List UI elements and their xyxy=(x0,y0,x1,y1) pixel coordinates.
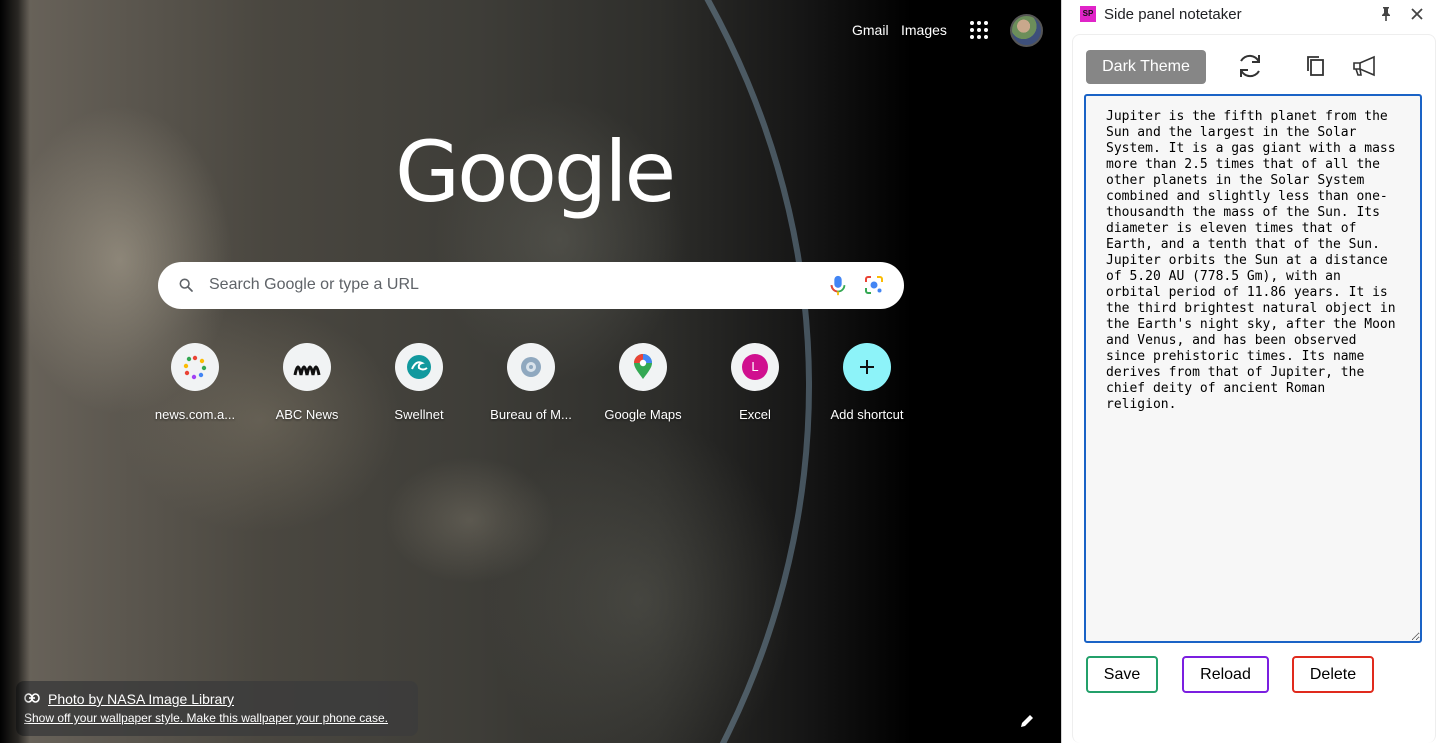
plus-icon xyxy=(843,343,891,391)
refresh-icon[interactable] xyxy=(1235,51,1265,81)
excel-letter: L xyxy=(742,354,768,380)
side-panel-header: SP Side panel notetaker xyxy=(1062,0,1437,30)
shortcut-google-maps[interactable]: Google Maps xyxy=(587,343,699,433)
shortcut-excel[interactable]: L Excel xyxy=(699,343,811,433)
wallpaper-phone-case-link[interactable]: Show off your wallpaper style. Make this… xyxy=(24,711,388,725)
extension-logo-icon: SP xyxy=(1080,6,1096,22)
apps-grid-icon[interactable] xyxy=(966,17,992,43)
microphone-icon[interactable] xyxy=(828,275,848,297)
search-icon xyxy=(179,278,193,292)
shortcut-label: Bureau of M... xyxy=(490,407,572,422)
delete-button[interactable]: Delete xyxy=(1292,656,1374,693)
images-link[interactable]: Images xyxy=(901,22,947,38)
account-avatar[interactable] xyxy=(1010,14,1043,47)
close-icon[interactable] xyxy=(1409,6,1425,22)
dark-theme-button[interactable]: Dark Theme xyxy=(1086,50,1206,84)
shortcut-abc-news[interactable]: ABC News xyxy=(251,343,363,433)
megaphone-icon[interactable] xyxy=(1352,55,1378,77)
link-icon xyxy=(24,693,40,703)
letter-avatar-icon: L xyxy=(731,343,779,391)
shortcut-label: Excel xyxy=(739,407,771,422)
abc-icon xyxy=(283,343,331,391)
save-button[interactable]: Save xyxy=(1086,656,1158,693)
shortcut-label: Google Maps xyxy=(604,407,682,422)
add-shortcut-button[interactable]: Add shortcut xyxy=(811,343,923,433)
shortcut-label: ABC News xyxy=(275,407,339,422)
news-icon xyxy=(171,343,219,391)
pencil-icon[interactable] xyxy=(1019,713,1035,729)
google-logo: Google xyxy=(395,123,676,221)
shortcut-news[interactable]: news.com.a... xyxy=(139,343,251,433)
reload-button[interactable]: Reload xyxy=(1182,656,1269,693)
side-panel-title: Side panel notetaker xyxy=(1104,6,1242,23)
shortcut-label: news.com.a... xyxy=(154,407,236,422)
wallpaper-attribution: Photo by NASA Image Library Show off you… xyxy=(16,681,418,736)
maps-pin-icon xyxy=(619,343,667,391)
shortcut-label: Swellnet xyxy=(394,407,444,422)
notes-textarea[interactable]: Jupiter is the fifth planet from the Sun… xyxy=(1084,94,1422,643)
shortcut-bureau-of-meteorology[interactable]: Bureau of M... xyxy=(475,343,587,433)
google-lens-icon[interactable] xyxy=(864,275,884,295)
bom-icon xyxy=(507,343,555,391)
shortcut-swellnet[interactable]: Swellnet xyxy=(363,343,475,433)
shortcut-label: Add shortcut xyxy=(830,407,904,422)
gmail-link[interactable]: Gmail xyxy=(852,22,889,38)
search-input[interactable] xyxy=(209,274,799,296)
photo-credit-link[interactable]: Photo by NASA Image Library xyxy=(48,691,234,707)
copy-icon[interactable] xyxy=(1305,55,1327,77)
side-panel: SP Side panel notetaker Dark Theme Jupit… xyxy=(1061,0,1437,743)
new-tab-page: Gmail Images Google news.com.a xyxy=(0,0,1061,743)
pin-icon[interactable] xyxy=(1378,6,1394,22)
notetaker-panel: Dark Theme Jupiter is the fifth planet f… xyxy=(1072,34,1436,743)
swellnet-icon xyxy=(395,343,443,391)
